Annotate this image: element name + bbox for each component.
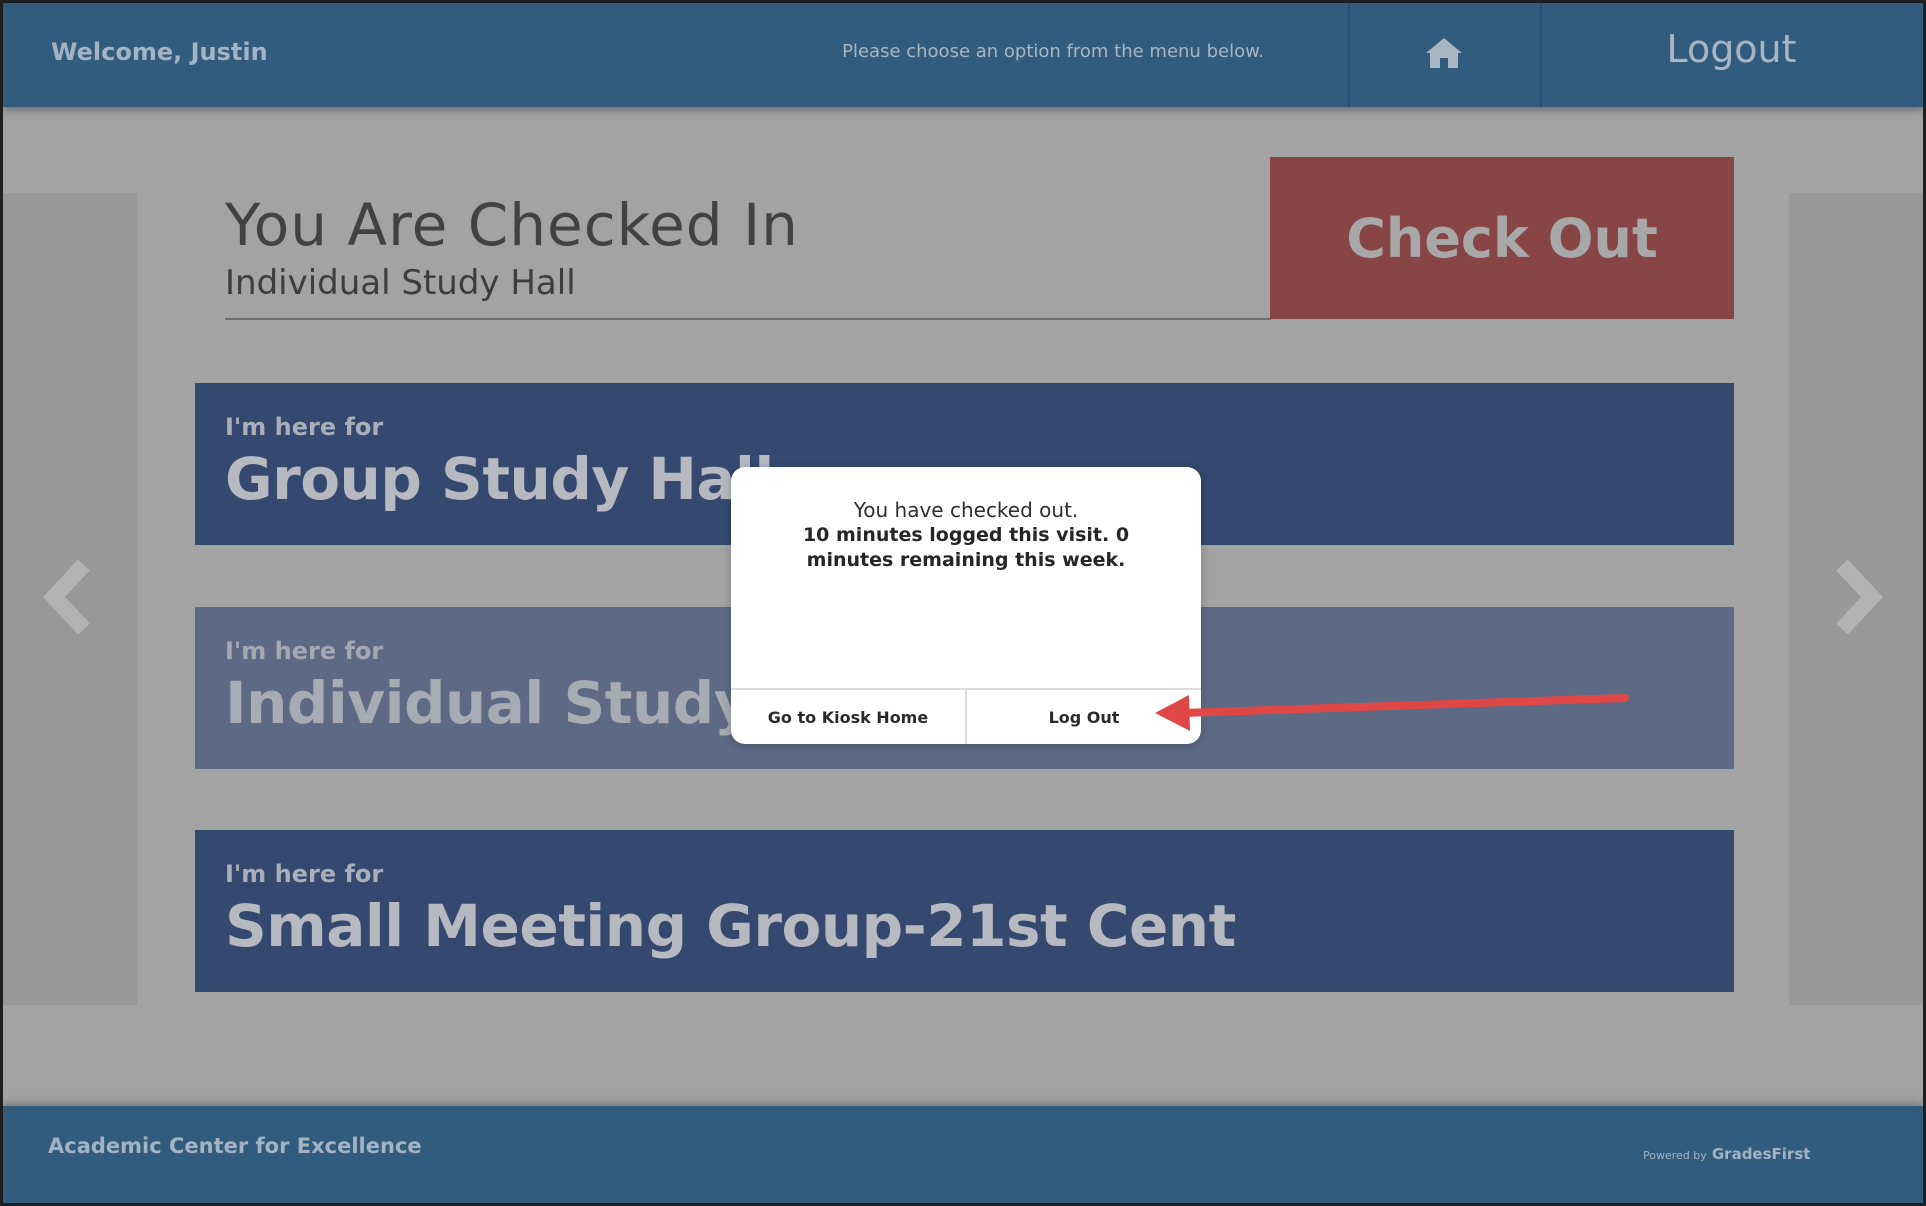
instruction-text: Please choose an option from the menu be… — [842, 41, 1264, 62]
home-icon — [1424, 36, 1464, 75]
checked-in-title: You Are Checked In — [225, 191, 799, 259]
chevron-right-icon — [1826, 557, 1886, 642]
go-to-kiosk-home-button[interactable]: Go to Kiosk Home — [731, 690, 965, 744]
checkout-confirmation-dialog: You have checked out. 10 minutes logged … — [731, 467, 1201, 744]
dialog-actions: Go to Kiosk Home Log Out — [731, 688, 1201, 744]
footer-bar: Academic Center for Excellence Powered b… — [3, 1106, 1923, 1203]
option-name: Small Meeting Group-21st Cent — [225, 892, 1236, 960]
option-card-small-meeting-group[interactable]: I'm here for Small Meeting Group-21st Ce… — [195, 830, 1734, 992]
check-out-button[interactable]: Check Out — [1270, 157, 1734, 319]
kiosk-screen: Welcome, Justin Please choose an option … — [3, 3, 1923, 1203]
divider — [225, 318, 1271, 320]
option-prefix: I'm here for — [225, 860, 384, 888]
dialog-message: You have checked out. — [853, 498, 1079, 522]
chevron-left-icon — [40, 557, 100, 642]
logout-button[interactable]: Logout — [1540, 3, 1923, 107]
option-name: Group Study Hall — [225, 445, 774, 513]
top-bar: Welcome, Justin Please choose an option … — [3, 3, 1923, 107]
dialog-detail: 10 minutes logged this visit. 0 minutes … — [802, 524, 1130, 571]
previous-page-button[interactable] — [3, 193, 137, 1005]
organization-name: Academic Center for Excellence — [48, 1134, 422, 1158]
option-prefix: I'm here for — [225, 413, 384, 441]
welcome-text: Welcome, Justin — [51, 38, 268, 66]
dialog-log-out-button[interactable]: Log Out — [965, 690, 1201, 744]
powered-by: Powered by GradesFirst — [1643, 1144, 1810, 1163]
powered-by-prefix: Powered by — [1643, 1149, 1707, 1162]
powered-by-brand: GradesFirst — [1711, 1145, 1811, 1163]
checked-in-location: Individual Study Hall — [225, 263, 576, 303]
option-prefix: I'm here for — [225, 637, 384, 665]
next-page-button[interactable] — [1789, 193, 1923, 1005]
home-button[interactable] — [1348, 3, 1540, 107]
